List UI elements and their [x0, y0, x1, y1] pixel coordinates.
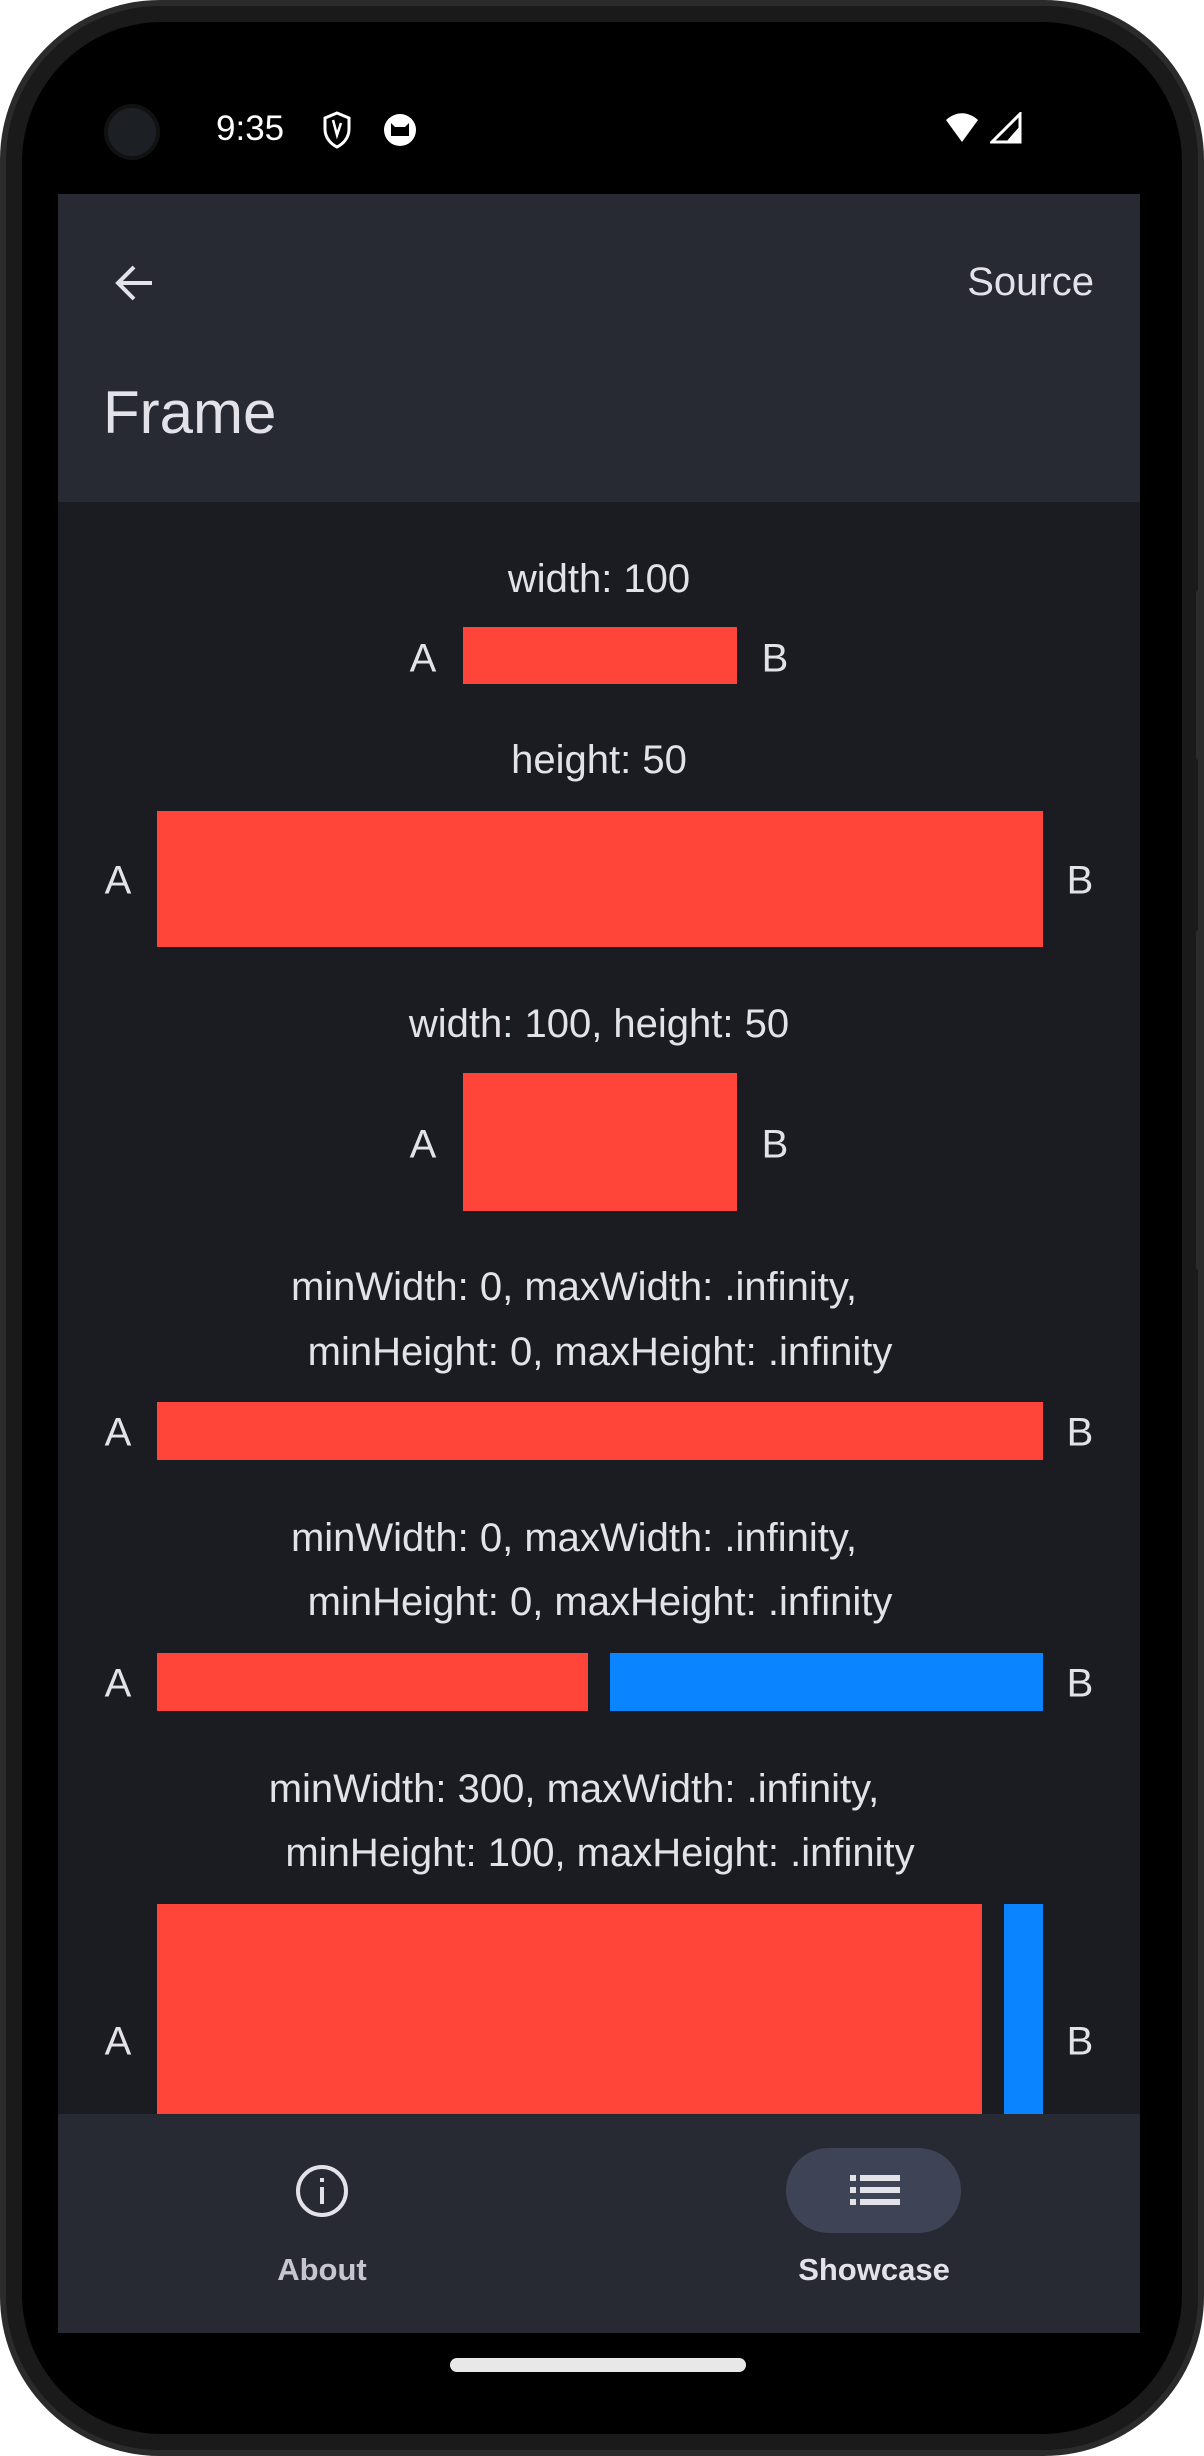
example-caption-line2: minHeight: 100, maxHeight: .infinity: [285, 1831, 915, 1875]
nav-label-showcase: Showcase: [798, 2252, 950, 2287]
frame-box: [157, 1402, 1043, 1460]
label-a: A: [409, 636, 437, 681]
shield-icon: [323, 111, 351, 149]
nav-label-about: About: [277, 2252, 367, 2287]
label-a: A: [104, 858, 132, 903]
frame-box-blue: [1004, 1904, 1043, 2114]
example-caption: width: 100: [507, 557, 691, 601]
signal-icon: [990, 112, 1022, 144]
frame-box-blue: [610, 1653, 1043, 1711]
label-b: B: [1066, 858, 1094, 903]
source-button[interactable]: Source: [967, 260, 1094, 305]
camera-cutout: [104, 104, 160, 160]
list-icon: [850, 2175, 900, 2205]
example-caption-line1: minWidth: 0, maxWidth: .infinity,: [290, 1265, 858, 1309]
frame-box: [157, 811, 1043, 947]
example-caption-line1: minWidth: 0, maxWidth: .infinity,: [290, 1516, 858, 1560]
label-a: A: [104, 2019, 132, 2064]
label-b: B: [761, 1122, 789, 1167]
example-caption-line2: minHeight: 0, maxHeight: .infinity: [307, 1580, 893, 1624]
frame-box: [463, 627, 737, 684]
page-title: Frame: [103, 379, 277, 446]
example-caption-line1: minWidth: 300, maxWidth: .infinity,: [268, 1767, 880, 1811]
frame-box-red: [157, 1653, 588, 1711]
label-b: B: [1066, 2019, 1094, 2064]
wifi-icon: [946, 113, 978, 142]
example-caption-line2: minHeight: 0, maxHeight: .infinity: [307, 1330, 893, 1374]
label-b: B: [1066, 1410, 1094, 1455]
frame-box: [463, 1073, 737, 1211]
cat-icon: [384, 114, 416, 146]
back-button[interactable]: [110, 258, 160, 308]
power-button: [1196, 930, 1204, 1270]
volume-button: [1196, 590, 1204, 760]
label-a: A: [409, 1122, 437, 1167]
frame-box-red: [157, 1904, 982, 2114]
status-time: 9:35: [216, 109, 285, 148]
home-indicator[interactable]: [450, 2358, 746, 2372]
label-a: A: [104, 1410, 132, 1455]
example-caption: height: 50: [511, 738, 687, 782]
info-icon: [296, 2165, 348, 2217]
label-b: B: [761, 636, 789, 681]
label-a: A: [104, 1661, 132, 1706]
label-b: B: [1066, 1661, 1094, 1706]
top-app-bar: [58, 194, 1140, 502]
example-caption: width: 100, height: 50: [408, 1002, 790, 1046]
